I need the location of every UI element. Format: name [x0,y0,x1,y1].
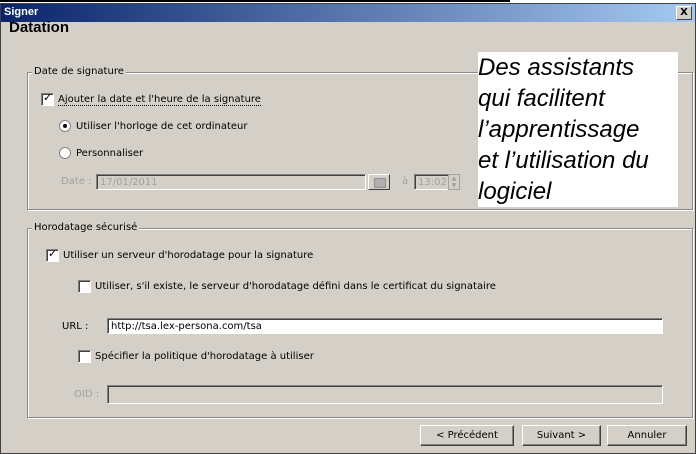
url-label: URL : [62,321,89,332]
spin-up-icon[interactable]: ▲ [449,175,459,182]
computer-clock-radio[interactable] [59,120,71,132]
page-title: Datation [9,19,69,36]
caption-line: logiciel [478,176,678,207]
policy-label: Spécifier la politique d'horodatage à ut… [95,351,314,362]
date-group-legend: Date de signature [32,66,126,77]
top-border-line [0,0,510,2]
computer-clock-label: Utiliser l'horloge de cet ordinateur [76,120,248,132]
use-cert-server-label: Utiliser, s'il existe, le serveur d'horo… [95,281,496,292]
time-spinner[interactable]: ▲ ▼ [448,174,460,190]
caption-line: qui facilitent [478,83,678,114]
calendar-button[interactable] [368,174,390,190]
add-date-checkbox[interactable] [41,91,54,106]
oid-input[interactable] [107,385,663,404]
title-bar[interactable]: Signer X [1,4,695,22]
custom-date-radio[interactable] [59,147,71,159]
next-button[interactable]: Suivant > [522,425,601,446]
close-button[interactable]: X [676,6,692,20]
add-date-label: Ajouter la date et l'heure de la signatu… [58,93,261,106]
use-cert-server-option[interactable]: Utiliser, s'il existe, le serveur d'horo… [78,280,496,293]
spin-down-icon[interactable]: ▼ [449,182,459,189]
window-title: Signer [4,6,39,18]
timestamp-group-legend: Horodatage sécurisé [32,222,140,233]
policy-option[interactable]: Spécifier la politique d'horodatage à ut… [78,350,314,363]
cancel-button[interactable]: Annuler [607,425,687,446]
custom-date-option[interactable]: Personnaliser [59,147,143,159]
add-date-option[interactable]: Ajouter la date et l'heure de la signatu… [41,91,261,106]
timestamp-group: Horodatage sécurisé Utiliser un serveur … [27,222,693,418]
at-label: à [402,176,409,187]
url-input[interactable]: http://tsa.lex-persona.com/tsa [107,318,663,334]
caption-overlay: Des assistants qui facilitent l’apprenti… [478,52,678,207]
custom-date-label: Personnaliser [76,147,144,159]
caption-line: et l’utilisation du [478,145,678,176]
computer-clock-option[interactable]: Utiliser l'horloge de cet ordinateur [59,120,248,132]
use-server-checkbox[interactable] [46,247,59,262]
use-server-label: Utiliser un serveur d'horodatage pour la… [63,250,314,261]
previous-button[interactable]: < Précédent [420,425,514,446]
date-field[interactable]: 17/01/2011 [96,174,366,190]
policy-checkbox[interactable] [78,350,91,363]
time-field[interactable]: 13:02 [414,174,450,190]
date-label: Date : [61,176,92,187]
caption-line: Des assistants [478,52,678,83]
use-cert-server-checkbox[interactable] [78,280,91,293]
oid-label: OID : [74,389,100,400]
use-server-option[interactable]: Utiliser un serveur d'horodatage pour la… [46,247,314,262]
caption-line: l’apprentissage [478,114,678,145]
calendar-icon [374,178,386,188]
